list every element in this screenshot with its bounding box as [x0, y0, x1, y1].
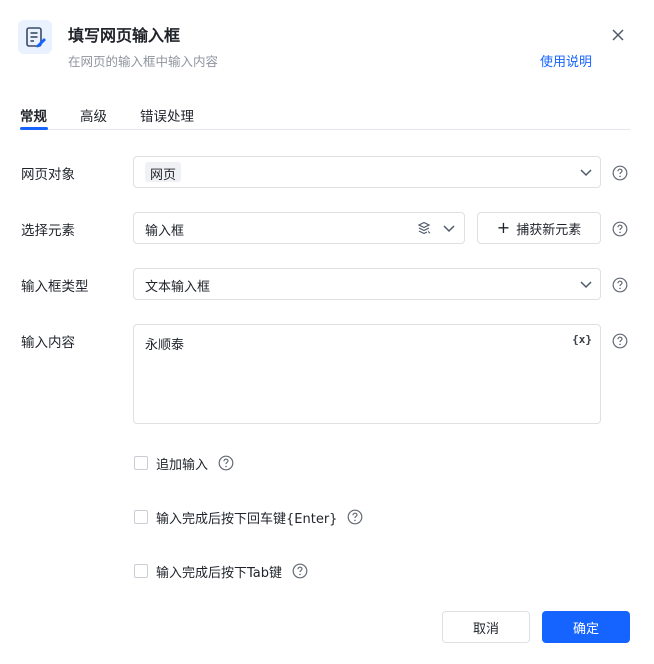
dialog-title: 填写网页输入框 — [68, 26, 181, 45]
active-tab-indicator — [20, 127, 48, 130]
chevron-down-icon — [580, 169, 592, 177]
insert-variable-icon[interactable]: {x} — [572, 333, 592, 346]
press-tab-checkbox[interactable] — [134, 564, 148, 578]
chevron-down-icon — [443, 225, 455, 233]
input-content-textarea[interactable]: 永顺泰 {x} — [133, 324, 601, 424]
select-element-value: 输入框 — [145, 224, 185, 239]
input-type-select[interactable]: 文本输入框 — [133, 268, 601, 300]
capture-new-element-label: 捕获新元素 — [516, 222, 582, 238]
usage-help-link[interactable]: 使用说明 — [540, 51, 592, 70]
fill-web-input-dialog: 填写网页输入框 在网页的输入框中输入内容 使用说明 常规 高级 错误处理 网页对… — [0, 0, 654, 664]
help-icon[interactable] — [612, 277, 628, 293]
edit-document-icon — [18, 20, 52, 54]
help-icon[interactable] — [292, 563, 308, 579]
tab-general[interactable]: 常规 — [20, 105, 47, 125]
tab-bar: 常规 高级 错误处理 — [20, 100, 630, 130]
help-icon[interactable] — [612, 333, 628, 349]
append-input-option: 追加输入 — [134, 454, 234, 473]
web-object-select[interactable]: 网页 — [133, 156, 601, 188]
web-object-tag: 网页 — [145, 162, 182, 183]
press-enter-checkbox[interactable] — [134, 510, 148, 524]
press-tab-label: 输入完成后按下Tab键 — [156, 565, 283, 581]
help-icon[interactable] — [612, 165, 628, 181]
tab-error-handling[interactable]: 错误处理 — [140, 105, 194, 125]
select-element-label: 选择元素 — [21, 223, 75, 239]
cancel-button[interactable]: 取消 — [442, 611, 530, 643]
web-object-label: 网页对象 — [21, 167, 75, 183]
press-tab-option: 输入完成后按下Tab键 — [134, 562, 308, 581]
input-content-value: 永顺泰 — [145, 338, 185, 353]
close-icon[interactable] — [608, 25, 628, 45]
capture-new-element-button[interactable]: + 捕获新元素 — [477, 212, 601, 244]
confirm-button[interactable]: 确定 — [542, 611, 630, 643]
dialog-subtitle: 在网页的输入框中输入内容 — [68, 54, 219, 69]
plus-icon: + — [496, 218, 511, 237]
input-type-value: 文本输入框 — [145, 280, 211, 295]
select-element-select[interactable]: 输入框 — [133, 212, 465, 244]
help-icon[interactable] — [612, 221, 628, 237]
help-icon[interactable] — [218, 455, 234, 471]
input-content-label: 输入内容 — [21, 335, 75, 351]
chevron-down-icon — [580, 281, 592, 289]
help-icon[interactable] — [347, 509, 363, 525]
append-input-label: 追加输入 — [156, 457, 209, 473]
tab-advanced[interactable]: 高级 — [80, 105, 107, 125]
element-picker-icon[interactable] — [416, 220, 432, 236]
press-enter-option: 输入完成后按下回车键{Enter} — [134, 508, 363, 527]
append-input-checkbox[interactable] — [134, 456, 148, 470]
press-enter-label: 输入完成后按下回车键{Enter} — [156, 511, 338, 527]
input-type-label: 输入框类型 — [21, 279, 89, 295]
